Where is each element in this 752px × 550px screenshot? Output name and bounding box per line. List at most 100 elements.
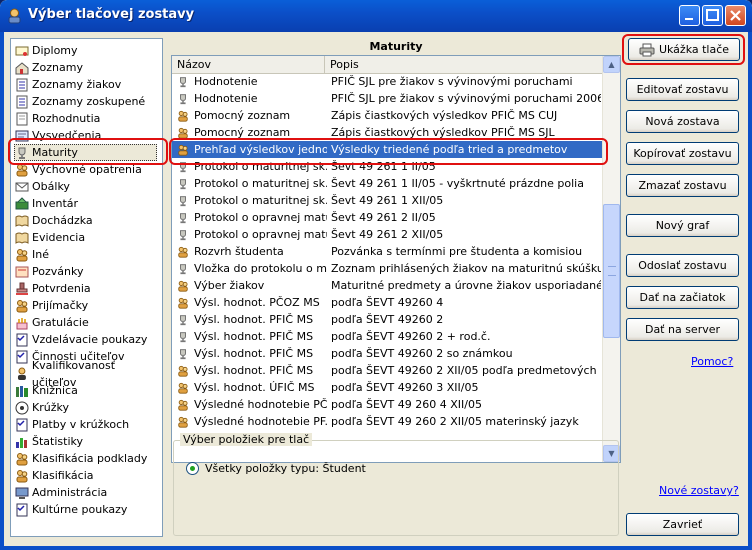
table-row[interactable]: Vložka do protokolu o m... Zoznam prihlás… — [172, 260, 604, 277]
window-frame-bottom — [0, 546, 752, 550]
envelope-icon — [15, 182, 29, 191]
table-row[interactable]: Výsl. hodnot. ÚFIČ MS podľa ŠEVT 49260 3 … — [172, 379, 604, 396]
new-graph-button[interactable]: Nový graf — [626, 214, 739, 237]
column-header-desc[interactable]: Popis — [325, 56, 604, 73]
row-description: podľa ŠEVT 49260 2 XII/05 podľa predmeto… — [331, 364, 601, 377]
table-row[interactable]: Výsl. hodnot. PFIČ MS podľa ŠEVT 49260 2 … — [172, 328, 604, 345]
scroll-up-button[interactable]: ▲ — [603, 56, 620, 73]
table-row[interactable]: Protokol o opravnej matu... Ševt 49 261 2… — [172, 209, 604, 226]
send-report-button[interactable]: Odoslať zostavu — [626, 254, 739, 277]
category-item[interactable]: Potvrdenia — [15, 280, 91, 297]
row-description: Ševt 49 261 1 II/05 - vyškrtnuté prázdne… — [331, 177, 584, 190]
category-item[interactable]: Diplomy — [15, 42, 78, 59]
row-name: Vložka do protokolu o m... — [194, 262, 327, 275]
category-item[interactable]: Obálky — [15, 178, 70, 195]
category-item[interactable]: Rozhodnutia — [15, 110, 100, 127]
category-label: Pozvánky — [32, 265, 84, 278]
people-icon — [16, 452, 28, 465]
new-reports-link[interactable]: Nové zostavy? — [659, 484, 739, 497]
category-label: Potvrdenia — [32, 282, 91, 295]
trophy-icon — [180, 314, 186, 325]
delete-report-button[interactable]: Zmazať zostavu — [626, 174, 739, 197]
category-item[interactable]: Kultúrne poukazy — [15, 501, 127, 518]
edit-report-button[interactable]: Editovať zostavu — [626, 78, 739, 101]
table-row[interactable]: Výber žiakov Maturitné predmety a úrovne … — [172, 277, 604, 294]
new-report-button[interactable]: Nová zostava — [626, 110, 739, 133]
row-name-cell: Výsledné hodnotebie PČ... — [177, 396, 327, 413]
people-icon — [178, 399, 188, 411]
category-item[interactable]: Klasifikácia podklady — [15, 450, 147, 467]
table-row[interactable]: Výsl. hodnot. PČOZ MS podľa ŠEVT 49260 4 — [172, 294, 604, 311]
category-label: Evidencia — [32, 231, 86, 244]
copy-report-button[interactable]: Kopírovať zostavu — [626, 142, 739, 165]
category-item[interactable]: Dochádzka — [15, 212, 93, 229]
row-name: Hodnotenie — [194, 92, 258, 105]
table-row[interactable]: Hodnotenie PFIČ SJL pre žiakov s vývinový… — [172, 73, 604, 90]
category-item[interactable]: Kvalifikovanosť učiteľov — [15, 359, 162, 389]
help-link[interactable]: Pomoc? — [691, 355, 733, 368]
all-items-radio-label[interactable]: Všetky položky typu: Študent — [205, 462, 366, 475]
row-name-cell: Hodnotenie — [177, 90, 327, 107]
row-description: PFIČ SJL pre žiakov s vývinovými porucha… — [331, 75, 573, 88]
scroll-thumb[interactable] — [603, 204, 620, 338]
all-items-radio[interactable] — [186, 462, 199, 475]
vertical-scrollbar[interactable]: ▲ ▼ — [602, 56, 620, 462]
row-name-cell: Výber žiakov — [177, 277, 327, 294]
table-row[interactable]: Výsledné hodnotebie PČ... podľa ŠEVT 49 2… — [172, 396, 604, 413]
table-row[interactable]: Výsl. hodnot. PFIČ MS podľa ŠEVT 49260 2 — [172, 311, 604, 328]
category-item[interactable]: Štatistiky — [15, 433, 83, 450]
category-item[interactable]: Zoznamy zoskupené — [15, 93, 145, 110]
row-name-cell: Hodnotenie — [177, 73, 327, 90]
category-item[interactable]: Zoznamy — [15, 59, 83, 76]
people-icon — [16, 469, 28, 482]
category-item[interactable]: Prijímačky — [15, 297, 88, 314]
row-description: podľa ŠEVT 49260 2 + rod.č. — [331, 330, 491, 343]
close-button[interactable]: Zavrieť — [626, 513, 739, 536]
table-row[interactable]: Výsl. hodnot. PFIČ MS podľa ŠEVT 49260 2 … — [172, 362, 604, 379]
category-label: Dochádzka — [32, 214, 93, 227]
table-row[interactable]: Protokol o opravnej matu... Ševt 49 261 2… — [172, 226, 604, 243]
category-item[interactable]: Gratulácie — [15, 314, 89, 331]
category-item[interactable]: Inventár — [15, 195, 78, 212]
trophy-icon — [180, 195, 186, 206]
window-frame-left — [0, 32, 4, 550]
category-item[interactable]: Evidencia — [15, 229, 85, 246]
move-to-start-button[interactable]: Dať na začiatok — [626, 286, 739, 309]
people-icon — [178, 246, 188, 258]
column-header-name[interactable]: Názov — [172, 56, 325, 73]
row-name: Výsl. hodnot. PFIČ MS — [194, 364, 314, 377]
category-item[interactable]: Platby v krúžkoch — [15, 416, 129, 433]
table-row[interactable]: Protokol o maturitnej sk... Ševt 49 261 1… — [172, 192, 604, 209]
category-item[interactable]: Knižnica — [15, 382, 78, 399]
upload-to-server-button[interactable]: Dať na server — [626, 318, 739, 341]
category-item[interactable]: Zoznamy žiakov — [15, 76, 121, 93]
maximize-button[interactable] — [702, 5, 723, 26]
category-list[interactable]: Diplomy Zoznamy Zoznamy žiakov Zoznamy zosk… — [10, 38, 163, 537]
category-item[interactable]: Iné — [15, 246, 49, 263]
category-item[interactable]: Klasifikácia — [15, 467, 94, 484]
category-item[interactable]: Krúžky — [15, 399, 69, 416]
table-row[interactable]: Protokol o maturitnej sk... Ševt 49 261 1… — [172, 175, 604, 192]
report-table[interactable]: Názov Popis Hodnotenie PFIČ SJL pre žiako… — [171, 55, 621, 463]
table-header: Názov Popis — [172, 56, 604, 74]
category-item[interactable]: Pozvánky — [15, 263, 83, 280]
row-name-cell: Výsl. hodnot. PFIČ MS — [177, 311, 327, 328]
title-bar[interactable]: Výber tlačovej zostavy — [0, 0, 752, 32]
close-window-button[interactable] — [725, 5, 746, 26]
table-row[interactable]: Rozvrh študenta Pozvánka s termínmi pre š… — [172, 243, 604, 260]
row-name: Rozvrh študenta — [194, 245, 284, 258]
help-title-button[interactable] — [679, 5, 700, 26]
table-row[interactable]: Hodnotenie PFIČ SJL pre žiakov s vývinový… — [172, 90, 604, 107]
table-row[interactable]: Výsledné hodnotebie PF... podľa ŠEVT 49 2… — [172, 413, 604, 430]
table-row[interactable]: Výsl. hodnot. PFIČ MS podľa ŠEVT 49260 2 … — [172, 345, 604, 362]
table-row[interactable]: Pomocný zoznam Zápis čiastkových výsledko… — [172, 107, 604, 124]
row-name: Výber žiakov — [194, 279, 265, 292]
category-item[interactable]: Administrácia — [15, 484, 107, 501]
category-item[interactable]: Vzdelávacie poukazy — [15, 331, 147, 348]
people-icon — [178, 416, 188, 428]
category-label: Obálky — [32, 180, 70, 193]
row-description: podľa ŠEVT 49260 4 — [331, 296, 444, 309]
row-name: Výsl. hodnot. PFIČ MS — [194, 313, 314, 326]
row-name: Výsledné hodnotebie PČ... — [194, 398, 327, 411]
row-name: Výsl. hodnot. ÚFIČ MS — [194, 381, 315, 394]
